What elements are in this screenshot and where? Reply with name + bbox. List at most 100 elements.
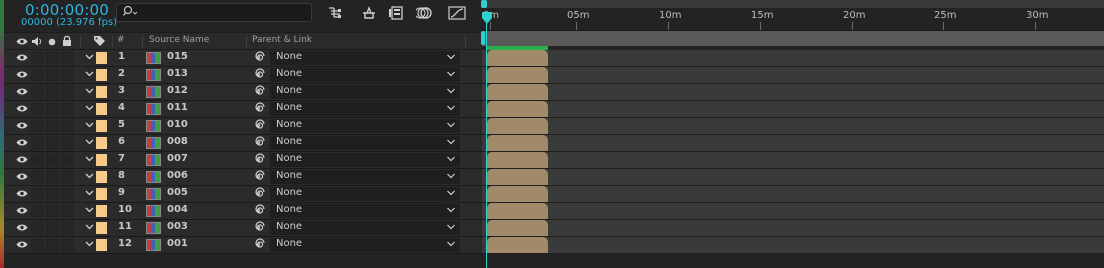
lock-toggle[interactable] — [61, 221, 74, 235]
parent-link-dropdown[interactable]: None — [270, 85, 460, 99]
current-time-indicator-head[interactable] — [482, 12, 492, 24]
layer-duration-bar[interactable] — [487, 101, 548, 117]
audio-toggle[interactable] — [31, 153, 44, 167]
column-source-name-header[interactable]: Source Name — [149, 35, 209, 45]
layer-track[interactable] — [482, 101, 1104, 118]
layer-source-name[interactable]: 003 — [167, 221, 188, 232]
lock-toggle[interactable] — [61, 85, 74, 99]
layer-label-color[interactable] — [96, 120, 107, 132]
lock-toggle[interactable] — [61, 153, 74, 167]
layer-label-color[interactable] — [96, 154, 107, 166]
pick-whip-icon[interactable] — [252, 102, 265, 115]
pick-whip-icon[interactable] — [252, 68, 265, 81]
chevron-down-icon[interactable] — [85, 120, 94, 129]
motion-blur-icon[interactable] — [416, 5, 434, 21]
lock-toggle[interactable] — [61, 102, 74, 116]
layer-track[interactable] — [482, 237, 1104, 254]
pick-whip-icon[interactable] — [252, 85, 265, 98]
layer-source-name[interactable]: 008 — [167, 136, 188, 147]
label-tag-icon[interactable] — [93, 35, 106, 47]
layer-label-color[interactable] — [96, 137, 107, 149]
layer-track[interactable] — [482, 186, 1104, 203]
layer-source-name[interactable]: 012 — [167, 85, 188, 96]
layer-row[interactable]: 12 001 None — [4, 237, 482, 254]
video-visibility-icon[interactable] — [16, 172, 28, 181]
draft-3d-icon[interactable] — [326, 5, 344, 21]
layer-row[interactable]: 4 011 None — [4, 101, 482, 118]
layer-duration-bar[interactable] — [487, 135, 548, 151]
layer-track[interactable] — [482, 118, 1104, 135]
video-visibility-icon[interactable] — [16, 223, 28, 232]
pick-whip-icon[interactable] — [252, 136, 265, 149]
parent-link-dropdown[interactable]: None — [270, 170, 460, 184]
layer-source-name[interactable]: 010 — [167, 119, 188, 130]
solo-toggle[interactable] — [46, 187, 59, 201]
audio-toggle[interactable] — [31, 187, 44, 201]
lock-icon[interactable] — [62, 35, 72, 47]
chevron-down-icon[interactable] — [85, 188, 94, 197]
parent-link-dropdown[interactable]: None — [270, 238, 460, 252]
lock-toggle[interactable] — [61, 204, 74, 218]
chevron-down-icon[interactable] — [85, 171, 94, 180]
chevron-down-icon[interactable] — [85, 239, 94, 248]
chevron-down-icon[interactable] — [85, 52, 94, 61]
video-visibility-icon[interactable] — [16, 121, 28, 130]
layer-row[interactable]: 3 012 None — [4, 84, 482, 101]
parent-link-dropdown[interactable]: None — [270, 51, 460, 65]
layer-label-color[interactable] — [96, 205, 107, 217]
lock-toggle[interactable] — [61, 187, 74, 201]
layer-duration-bar[interactable] — [487, 186, 548, 202]
audio-speaker-icon[interactable] — [31, 36, 43, 47]
layer-duration-bar[interactable] — [487, 67, 548, 83]
video-visibility-icon[interactable] — [16, 138, 28, 147]
audio-toggle[interactable] — [31, 221, 44, 235]
layer-source-name[interactable]: 015 — [167, 51, 188, 62]
audio-toggle[interactable] — [31, 136, 44, 150]
layer-label-color[interactable] — [96, 69, 107, 81]
shy-icon[interactable] — [360, 5, 378, 21]
pick-whip-icon[interactable] — [252, 153, 265, 166]
parent-link-dropdown[interactable]: None — [270, 136, 460, 150]
parent-link-dropdown[interactable]: None — [270, 119, 460, 133]
layer-label-color[interactable] — [96, 171, 107, 183]
layer-row[interactable]: 8 006 None — [4, 169, 482, 186]
solo-toggle[interactable] — [46, 153, 59, 167]
solo-toggle[interactable] — [46, 51, 59, 65]
layer-row[interactable]: 9 005 None — [4, 186, 482, 203]
layer-track[interactable] — [482, 169, 1104, 186]
lock-toggle[interactable] — [61, 119, 74, 133]
solo-toggle[interactable] — [46, 68, 59, 82]
layer-label-color[interactable] — [96, 188, 107, 200]
lock-toggle[interactable] — [61, 170, 74, 184]
layer-label-color[interactable] — [96, 86, 107, 98]
chevron-down-icon[interactable] — [85, 154, 94, 163]
layer-track[interactable] — [482, 50, 1104, 67]
layer-duration-bar[interactable] — [487, 118, 548, 134]
time-ruler[interactable]: 0m05m10m15m20m25m30m — [481, 0, 1104, 30]
chevron-down-icon[interactable] — [85, 222, 94, 231]
lock-toggle[interactable] — [61, 51, 74, 65]
layer-row[interactable]: 1 015 None — [4, 50, 482, 67]
layer-label-color[interactable] — [96, 103, 107, 115]
parent-link-dropdown[interactable]: None — [270, 204, 460, 218]
layer-duration-bar[interactable] — [487, 237, 548, 253]
parent-link-dropdown[interactable]: None — [270, 221, 460, 235]
layer-label-color[interactable] — [96, 52, 107, 64]
solo-toggle[interactable] — [46, 85, 59, 99]
layer-label-color[interactable] — [96, 222, 107, 234]
parent-link-dropdown[interactable]: None — [270, 102, 460, 116]
layer-row[interactable]: 2 013 None — [4, 67, 482, 84]
audio-toggle[interactable] — [31, 102, 44, 116]
layer-track[interactable] — [482, 152, 1104, 169]
pick-whip-icon[interactable] — [252, 51, 265, 64]
layer-source-name[interactable]: 007 — [167, 153, 188, 164]
layer-duration-bar[interactable] — [487, 50, 548, 66]
chevron-down-icon[interactable] — [85, 205, 94, 214]
layer-source-name[interactable]: 011 — [167, 102, 188, 113]
layer-duration-bar[interactable] — [487, 203, 548, 219]
layer-track[interactable] — [482, 220, 1104, 237]
layer-row[interactable]: 6 008 None — [4, 135, 482, 152]
pick-whip-icon[interactable] — [252, 238, 265, 251]
lock-toggle[interactable] — [61, 238, 74, 252]
layer-track[interactable] — [482, 67, 1104, 84]
